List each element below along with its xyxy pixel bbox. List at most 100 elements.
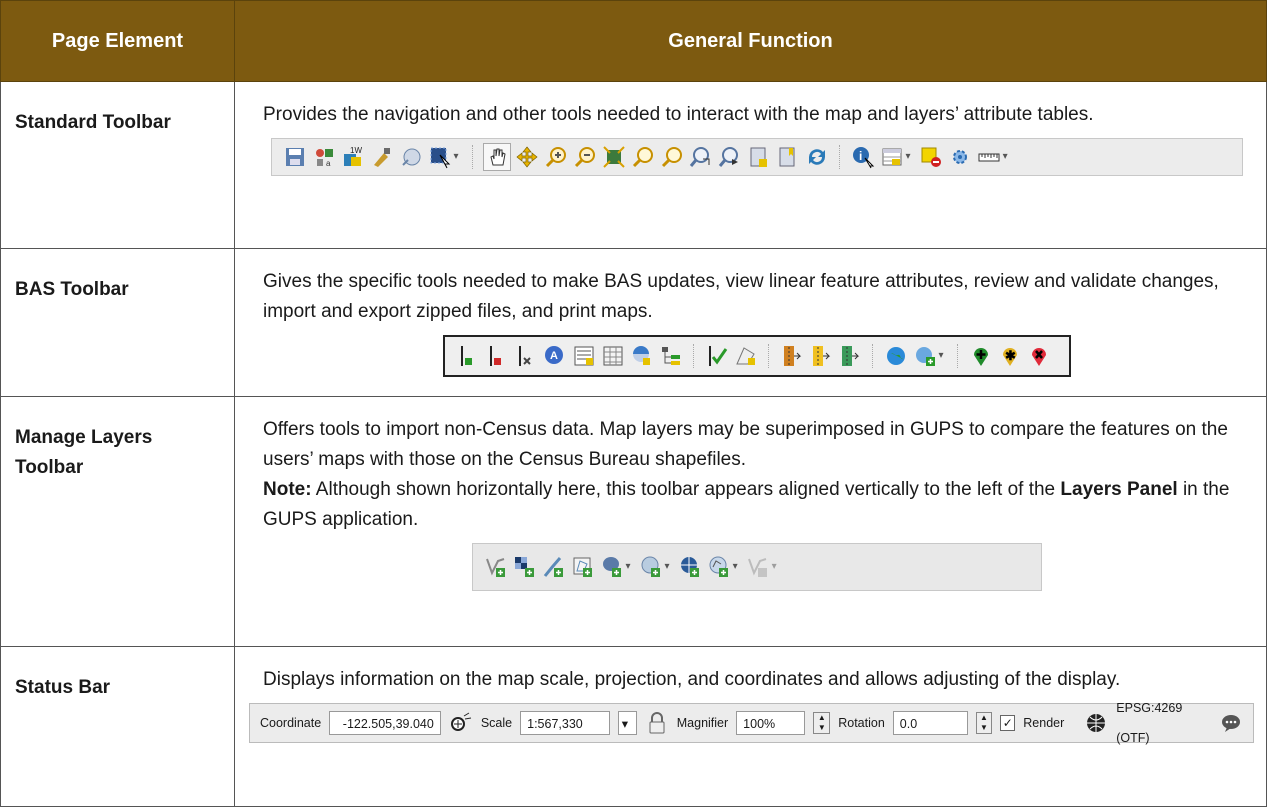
chevron-down-icon[interactable]: ▾ bbox=[939, 341, 944, 371]
refresh-icon[interactable] bbox=[804, 144, 830, 170]
svg-text:a: a bbox=[326, 159, 331, 168]
toolbar-separator bbox=[471, 145, 474, 169]
add-postgis-icon[interactable] bbox=[599, 554, 625, 580]
chevron-down-icon[interactable]: ▾ bbox=[665, 552, 670, 582]
statistics-icon[interactable] bbox=[947, 144, 973, 170]
toolbar-separator bbox=[838, 145, 841, 169]
scale-dropdown[interactable]: ▾ bbox=[617, 711, 637, 735]
review-icon[interactable] bbox=[629, 343, 655, 369]
svg-text:✱: ✱ bbox=[1005, 348, 1016, 363]
page-elements-table: Page Element General Function Standard T… bbox=[0, 0, 1267, 807]
magnifier-field[interactable]: 100% bbox=[736, 711, 806, 735]
add-vector-layer-icon[interactable] bbox=[483, 554, 509, 580]
scale-field[interactable]: 1:567,330 bbox=[520, 711, 610, 735]
bas-toolbar: A ▾ ✱ bbox=[442, 335, 1071, 377]
add-point-icon[interactable] bbox=[968, 343, 994, 369]
add-delimited-text-icon[interactable] bbox=[541, 554, 567, 580]
deselect-icon[interactable] bbox=[918, 144, 944, 170]
chevron-down-icon[interactable]: ▾ bbox=[454, 142, 459, 172]
zoom-full-icon[interactable] bbox=[601, 144, 627, 170]
chevron-down-icon[interactable]: ▾ bbox=[733, 552, 738, 582]
attribute-table-icon[interactable] bbox=[571, 343, 597, 369]
save-icon[interactable] bbox=[282, 144, 308, 170]
add-wms-icon[interactable] bbox=[638, 554, 664, 580]
status-bar: Coordinate -122.505,39.040 Scale 1:567,3… bbox=[249, 701, 1254, 745]
zoom-to-selection-icon[interactable] bbox=[630, 144, 656, 170]
zoom-in-icon[interactable] bbox=[543, 144, 569, 170]
add-virtual-layer-icon[interactable] bbox=[745, 554, 771, 580]
coordinate-label: Coordinate bbox=[260, 716, 322, 730]
identify-brush-icon[interactable] bbox=[369, 144, 395, 170]
zoom-out-icon[interactable] bbox=[572, 144, 598, 170]
chevron-down-icon[interactable]: ▾ bbox=[1003, 142, 1008, 172]
element-name: BAS Toolbar bbox=[0, 248, 235, 397]
standard-toolbar: a 1W ▾ i ▾ ▾ bbox=[270, 138, 1243, 176]
crs-label[interactable]: EPSG:4269 (OTF) bbox=[1116, 693, 1211, 753]
rotation-field[interactable]: 0.0 bbox=[892, 711, 968, 735]
note-label: Note: bbox=[263, 479, 312, 500]
map-tips-icon[interactable] bbox=[398, 144, 424, 170]
chevron-down-icon[interactable]: ▾ bbox=[626, 552, 631, 582]
note-text-a: Although shown horizontally here, this t… bbox=[315, 479, 1056, 500]
new-bookmark-icon[interactable] bbox=[746, 144, 772, 170]
render-checkbox[interactable]: ✓ bbox=[1000, 715, 1016, 731]
chevron-down-icon: ▾ bbox=[621, 717, 628, 731]
measure-icon[interactable] bbox=[976, 144, 1002, 170]
element-name: Manage Layers Toolbar bbox=[0, 396, 235, 647]
pan-to-selection-icon[interactable] bbox=[514, 144, 540, 170]
zoom-to-layer-icon[interactable] bbox=[659, 144, 685, 170]
coordinate-toggle-icon[interactable] bbox=[449, 710, 473, 736]
delete-line-icon[interactable] bbox=[484, 343, 510, 369]
add-wcs-icon[interactable] bbox=[677, 554, 703, 580]
validate-icon[interactable] bbox=[704, 343, 730, 369]
add-spatialite-icon[interactable] bbox=[570, 554, 596, 580]
toolbar-separator bbox=[871, 344, 874, 368]
split-line-icon[interactable] bbox=[513, 343, 539, 369]
tree-icon[interactable] bbox=[658, 343, 684, 369]
star-point-icon[interactable]: ✱ bbox=[997, 343, 1023, 369]
crs-globe-icon[interactable] bbox=[1084, 710, 1108, 736]
pan-icon[interactable] bbox=[482, 143, 511, 171]
zoom-next-icon[interactable] bbox=[717, 144, 743, 170]
messages-icon[interactable] bbox=[1219, 710, 1243, 736]
show-bookmarks-icon[interactable] bbox=[775, 144, 801, 170]
spreadsheet-icon[interactable] bbox=[600, 343, 626, 369]
rotation-label: Rotation bbox=[838, 716, 885, 730]
add-wfs-icon[interactable] bbox=[706, 554, 732, 580]
add-raster-layer-icon[interactable] bbox=[512, 554, 538, 580]
delete-point-icon[interactable] bbox=[1026, 343, 1052, 369]
toolbar-separator bbox=[692, 344, 695, 368]
function-cell: Provides the navigation and other tools … bbox=[234, 81, 1267, 249]
style-manager-icon[interactable]: a bbox=[311, 144, 337, 170]
element-name: Status Bar bbox=[0, 646, 235, 807]
identify-features-icon[interactable]: i bbox=[850, 144, 876, 170]
header-general-function: General Function bbox=[234, 0, 1267, 82]
svg-text:i: i bbox=[859, 149, 862, 163]
chevron-down-icon[interactable]: ▾ bbox=[772, 552, 777, 582]
magnifier-spinner[interactable]: ▲ ▼ bbox=[813, 712, 831, 734]
new-layer-icon[interactable]: 1W bbox=[340, 144, 366, 170]
open-attribute-table-icon[interactable] bbox=[879, 144, 905, 170]
globe-icon[interactable] bbox=[883, 343, 909, 369]
coordinate-field[interactable]: -122.505,39.040 bbox=[329, 711, 441, 735]
element-name: Standard Toolbar bbox=[0, 81, 235, 249]
manage-layers-toolbar: ▾ ▾ ▾ ▾ bbox=[471, 543, 1042, 591]
function-cell: Displays information on the map scale, p… bbox=[234, 646, 1267, 807]
chevron-down-icon[interactable]: ▾ bbox=[906, 142, 911, 172]
attribute-lookup-icon[interactable]: A bbox=[542, 343, 568, 369]
lock-icon[interactable] bbox=[645, 710, 669, 736]
export-zip-2-icon[interactable] bbox=[837, 343, 863, 369]
render-label: Render bbox=[1023, 716, 1065, 730]
add-line-icon[interactable] bbox=[455, 343, 481, 369]
select-icon[interactable] bbox=[427, 144, 453, 170]
header-page-element: Page Element bbox=[0, 0, 235, 82]
table-row: Status Bar Displays information on the m… bbox=[0, 646, 1267, 807]
zoom-last-icon[interactable] bbox=[688, 144, 714, 170]
svg-text:1W: 1W bbox=[350, 146, 362, 155]
rotation-spinner[interactable]: ▲ ▼ bbox=[975, 712, 993, 734]
edit-polygon-icon[interactable] bbox=[733, 343, 759, 369]
table-row: Manage Layers Toolbar Offers tools to im… bbox=[0, 396, 1267, 647]
globe-add-icon[interactable] bbox=[912, 343, 938, 369]
export-zip-icon[interactable] bbox=[808, 343, 834, 369]
import-zip-icon[interactable] bbox=[779, 343, 805, 369]
